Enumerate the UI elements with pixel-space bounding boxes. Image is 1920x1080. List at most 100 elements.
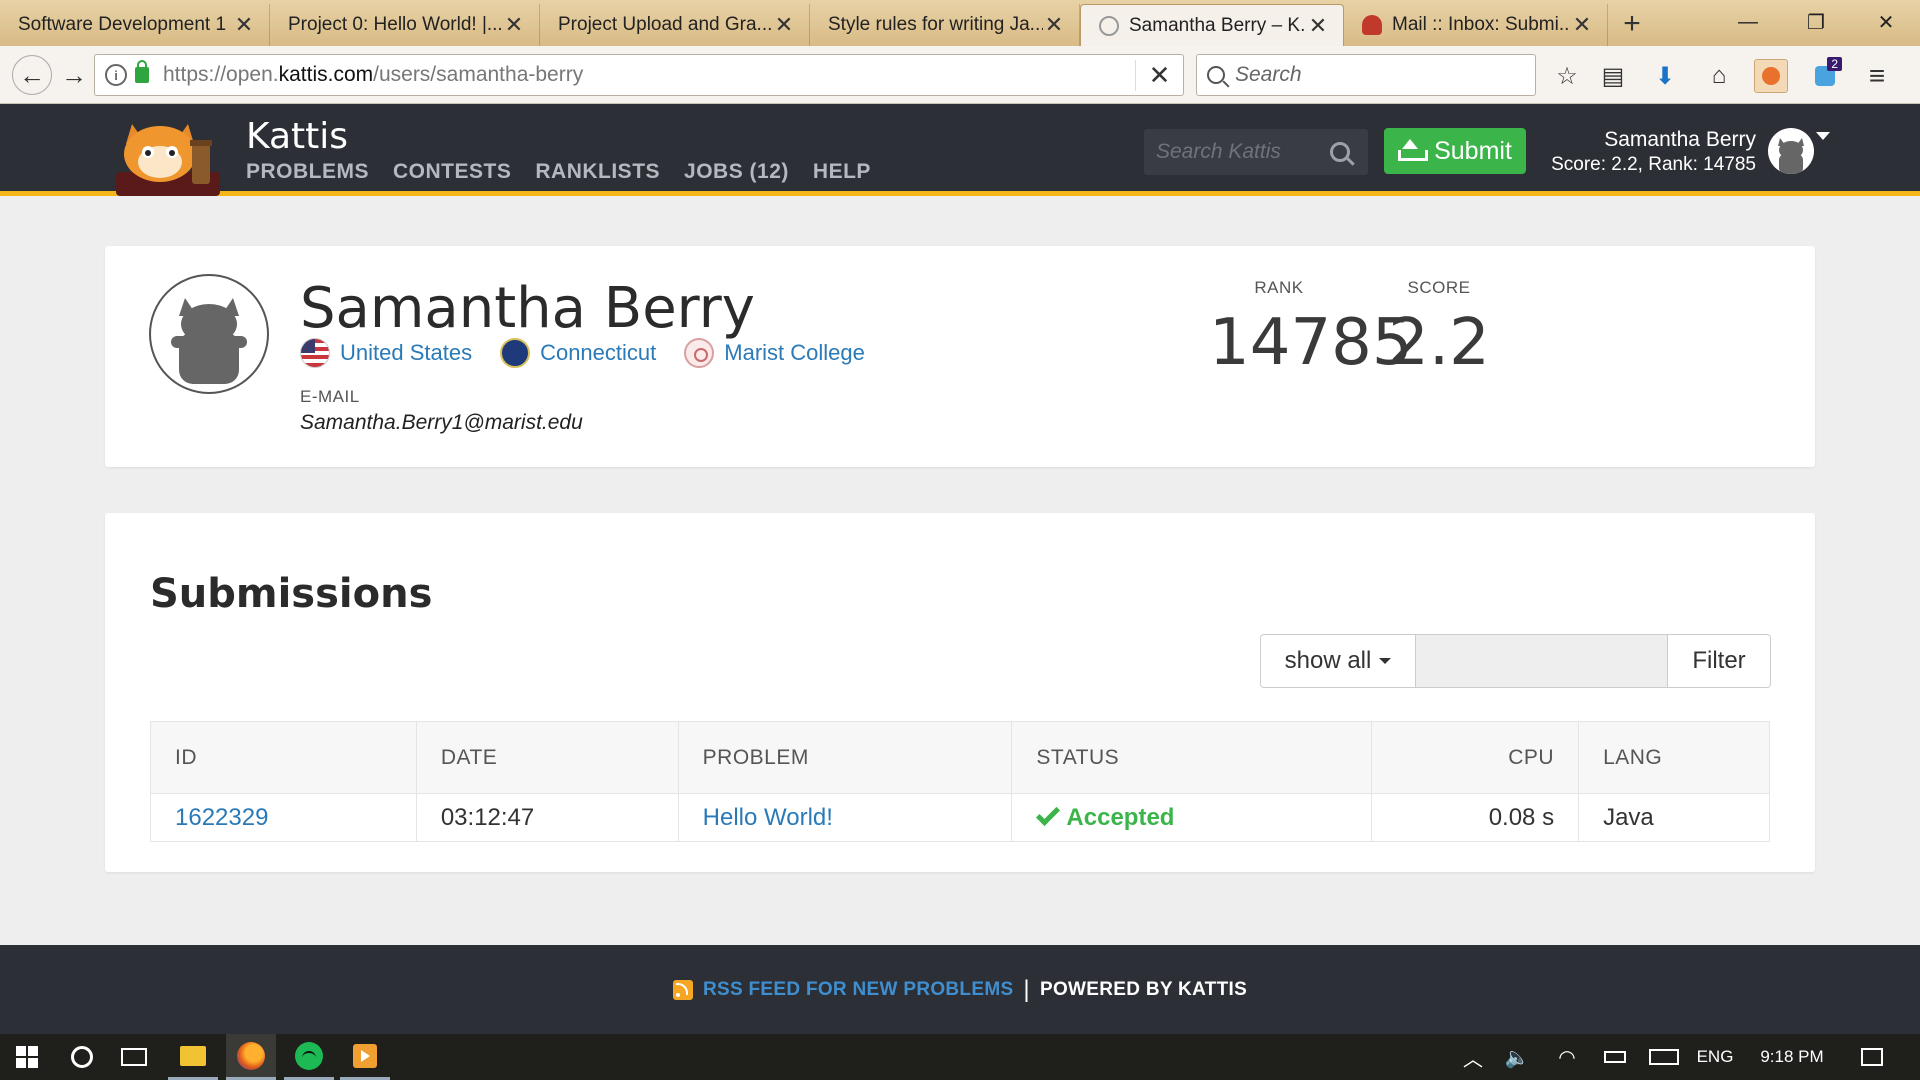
rank-label: RANK [1254,278,1304,297]
close-tab-icon[interactable]: ✕ [1307,13,1329,38]
address-bar[interactable]: i https://open.kattis.com/users/samantha… [94,54,1184,96]
country-link[interactable]: United States [340,340,472,366]
url-prefix: https://open. [163,63,279,86]
close-tab-icon[interactable]: ✕ [1571,12,1593,37]
site-brand[interactable]: Kattis [246,116,348,157]
browser-tab[interactable]: Mail :: Inbox: Submi... ✕ [1344,4,1608,46]
tab-title: Software Development 1 [18,14,227,35]
nav-jobs[interactable]: JOBS (12) [684,160,789,184]
problem-link[interactable]: Hello World! [703,804,833,831]
close-tab-icon[interactable]: ✕ [773,12,795,37]
file-explorer-icon[interactable] [168,1034,218,1080]
windows-logo-icon [16,1046,38,1068]
school-link[interactable]: Marist College [724,340,865,366]
extension-icon[interactable] [1754,59,1788,93]
header-user-name: Samantha Berry [1604,128,1756,151]
profile-avatar [149,274,269,394]
browser-tab-active[interactable]: Samantha Berry – K... ✕ [1080,4,1344,46]
browser-tab[interactable]: Project 0: Hello World! |... ✕ [270,4,540,46]
checkmark-icon [1036,801,1061,826]
submission-id[interactable]: 1622329 [150,793,417,842]
header-user-stats: Score: 2.2, Rank: 14785 [1551,154,1756,175]
url-text[interactable]: https://open.kattis.com/users/samantha-b… [163,63,1135,87]
media-player-icon[interactable] [340,1034,390,1080]
bookmark-star-icon[interactable]: ☆ [1550,59,1584,93]
affiliation-country[interactable]: United States [300,338,472,368]
reading-list-icon[interactable]: ▤ [1596,59,1630,93]
rank-value: 14785 [1209,306,1413,380]
user-menu[interactable]: Samantha Berry Score: 2.2, Rank: 14785 [1551,128,1756,176]
new-tab-icon[interactable]: + [1614,7,1650,40]
browser-search-input[interactable]: Search [1196,54,1536,96]
status-badge: Accepted [1036,801,1174,832]
browser-tab-bar: Software Development 1 ✕ Project 0: Hell… [0,0,1920,46]
powered-by: POWERED BY KATTIS [1039,978,1248,1000]
site-nav: PROBLEMS CONTESTS RANKLISTS JOBS (12) HE… [246,160,871,184]
site-header: Kattis PROBLEMS CONTESTS RANKLISTS JOBS … [0,104,1920,196]
back-arrow-icon[interactable]: ← [12,55,52,95]
chevron-down-icon[interactable] [1816,132,1830,140]
firefox-icon[interactable] [226,1034,276,1080]
menu-icon[interactable]: ≡ [1860,59,1894,93]
nav-help[interactable]: HELP [813,160,871,184]
keyboard-icon[interactable] [1644,1034,1684,1080]
column-header-status: STATUS [1011,721,1372,794]
profile-card: Samantha Berry United States Connecticut… [105,246,1815,467]
cortana-icon[interactable] [58,1034,106,1080]
browser-tab[interactable]: Software Development 1 ✕ [0,4,270,46]
wifi-icon[interactable]: ◠ [1550,1034,1584,1080]
affiliation-region[interactable]: Connecticut [500,338,656,368]
chevron-down-icon [1379,658,1392,664]
avatar[interactable] [1768,128,1814,174]
submit-button[interactable]: Submit [1384,128,1526,174]
submissions-card: Submissions show all Filter ID DATE PROB… [105,513,1815,872]
filter-input[interactable] [1416,635,1668,687]
spotify-icon[interactable] [284,1034,334,1080]
task-view-icon[interactable] [110,1034,158,1080]
column-header-lang: LANG [1578,721,1770,794]
submissions-filter: show all Filter [1260,634,1771,688]
nav-contests[interactable]: CONTESTS [393,160,511,184]
connecticut-seal-icon [500,338,531,368]
search-icon[interactable] [1330,142,1350,162]
rss-link[interactable]: RSS FEED FOR NEW PROBLEMS [703,979,1013,1001]
minimize-icon[interactable]: — [1718,4,1778,40]
window-close-icon[interactable]: ✕ [1856,4,1916,40]
rss-icon [672,979,693,1000]
filter-button[interactable]: Filter [1668,635,1770,687]
close-tab-icon[interactable]: ✕ [1043,12,1065,37]
nav-problems[interactable]: PROBLEMS [246,160,369,184]
browser-tab[interactable]: Project Upload and Gra... ✕ [540,4,810,46]
tab-title: Style rules for writing Ja... [828,14,1043,35]
affiliations: United States Connecticut Marist College [300,338,865,368]
site-search-input[interactable]: Search Kattis [1144,129,1368,175]
search-placeholder: Search [1235,63,1302,86]
clock[interactable]: 9:18 PM [1748,1034,1836,1080]
battery-icon[interactable] [1598,1034,1632,1080]
region-link[interactable]: Connecticut [540,340,656,366]
affiliation-school[interactable]: Marist College [684,338,865,368]
chevron-up-icon[interactable]: ︿ [1456,1034,1490,1080]
kattis-logo-icon[interactable] [110,114,226,196]
action-center-icon[interactable] [1850,1034,1894,1080]
info-icon[interactable]: i [105,64,127,86]
browser-tab[interactable]: Style rules for writing Ja... ✕ [810,4,1080,46]
clear-url-icon[interactable]: ✕ [1135,59,1183,91]
nav-ranklists[interactable]: RANKLISTS [535,160,660,184]
notifications-icon[interactable]: 2 [1808,57,1842,93]
close-tab-icon[interactable]: ✕ [503,12,525,37]
language-indicator[interactable]: ENG [1690,1034,1740,1080]
start-button[interactable] [0,1034,54,1080]
restore-icon[interactable]: ❐ [1786,4,1846,40]
submission-id-link[interactable]: 1622329 [175,804,268,831]
home-icon[interactable]: ⌂ [1702,59,1736,93]
close-tab-icon[interactable]: ✕ [233,12,255,37]
status-select[interactable]: show all [1261,635,1416,687]
download-icon[interactable]: ⬇ [1648,59,1682,93]
profile-name: Samantha Berry [300,276,755,341]
footer-separator: | [1023,975,1030,1003]
submission-problem[interactable]: Hello World! [677,793,1012,842]
volume-icon[interactable]: 🔈 [1500,1034,1534,1080]
search-icon [1207,66,1225,84]
forward-arrow-icon[interactable]: → [54,55,94,95]
